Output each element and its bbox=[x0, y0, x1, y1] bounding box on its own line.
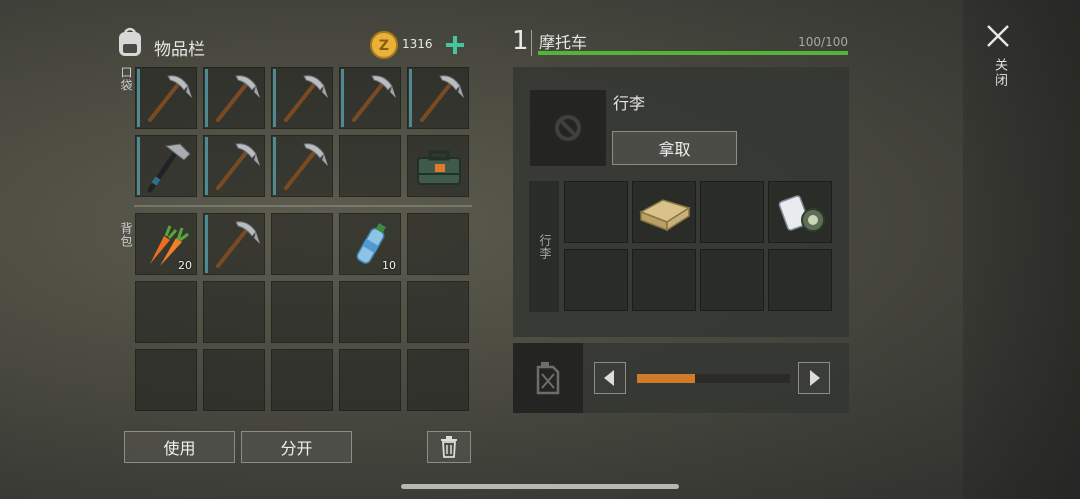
pocket-slot[interactable] bbox=[271, 135, 333, 197]
pickaxe-icon bbox=[284, 143, 328, 190]
backpack-icon bbox=[116, 26, 144, 58]
use-button[interactable]: 使用 bbox=[124, 431, 235, 463]
fuel-can-icon bbox=[536, 362, 560, 395]
cargo-slot[interactable] bbox=[632, 181, 696, 243]
pocket-slot[interactable] bbox=[407, 67, 469, 129]
pickaxe-icon bbox=[352, 75, 396, 122]
item-quantity: 10 bbox=[382, 259, 396, 272]
backpack-slot[interactable] bbox=[203, 213, 265, 275]
cargo-slot[interactable] bbox=[768, 249, 832, 311]
take-button[interactable]: 拿取 bbox=[612, 131, 737, 165]
fuel-track bbox=[637, 374, 790, 383]
storage-item-slot[interactable] bbox=[530, 90, 606, 166]
cargo-label: 行李 bbox=[538, 234, 552, 260]
vehicle-number: 1 bbox=[512, 26, 529, 56]
pocket-slot[interactable] bbox=[339, 135, 401, 197]
coin-count: 1316 bbox=[402, 37, 433, 51]
svg-text:Z: Z bbox=[379, 38, 389, 54]
pocket-label: 口袋 bbox=[119, 66, 133, 92]
pickaxe-icon bbox=[420, 75, 464, 122]
crate-icon bbox=[639, 199, 691, 232]
durability-bar bbox=[205, 69, 208, 127]
backpack-slot[interactable]: 10 bbox=[339, 213, 401, 275]
pocket-slot[interactable] bbox=[135, 135, 197, 197]
cargo-slot[interactable] bbox=[700, 249, 764, 311]
inventory-title: 物品栏 bbox=[154, 40, 205, 60]
fuel-decrease-button[interactable] bbox=[594, 362, 626, 394]
backpack-slot[interactable] bbox=[271, 349, 333, 411]
pickaxe-icon bbox=[216, 221, 260, 268]
backpack-slot[interactable] bbox=[135, 349, 197, 411]
durability-bar bbox=[205, 137, 208, 195]
arrow-right-icon bbox=[810, 370, 820, 386]
backpack-slot[interactable] bbox=[271, 213, 333, 275]
backpack-slot[interactable]: 20 bbox=[135, 213, 197, 275]
vehicle-health-track bbox=[538, 51, 848, 55]
trash-button[interactable] bbox=[427, 431, 471, 463]
cargo-slot[interactable] bbox=[564, 249, 628, 311]
backpack-slot[interactable] bbox=[203, 349, 265, 411]
pickaxe-icon bbox=[216, 75, 260, 122]
item-quantity: 20 bbox=[178, 259, 192, 272]
blocked-icon bbox=[555, 115, 581, 141]
pickaxe-icon bbox=[148, 75, 192, 122]
header-divider bbox=[531, 30, 532, 56]
backpack-slot[interactable] bbox=[407, 213, 469, 275]
cargo-slot[interactable] bbox=[700, 181, 764, 243]
backpack-slot[interactable] bbox=[203, 281, 265, 343]
vehicle-health-bar bbox=[538, 51, 848, 55]
map-roll-icon bbox=[778, 195, 825, 232]
plus-icon bbox=[446, 36, 464, 54]
cargo-slot[interactable] bbox=[564, 181, 628, 243]
pocket-slot[interactable] bbox=[407, 135, 469, 197]
cargo-slot[interactable] bbox=[632, 249, 696, 311]
backpack-slot[interactable] bbox=[407, 349, 469, 411]
pocket-slot[interactable] bbox=[203, 135, 265, 197]
storage-title: 行李 bbox=[613, 94, 646, 113]
close-label: 关闭 bbox=[992, 58, 1007, 88]
durability-bar bbox=[137, 137, 140, 195]
pocket-slot[interactable] bbox=[271, 67, 333, 129]
coin-icon: Z bbox=[370, 31, 398, 59]
pickaxe-icon bbox=[216, 143, 260, 190]
backpack-label: 背包 bbox=[119, 222, 133, 248]
backpack-slot[interactable] bbox=[135, 281, 197, 343]
split-button[interactable]: 分开 bbox=[241, 431, 352, 463]
fuel-level-bar bbox=[637, 374, 696, 383]
vehicle-name: 摩托车 bbox=[539, 33, 588, 52]
backpack-slot[interactable] bbox=[339, 349, 401, 411]
hatchet-icon bbox=[147, 143, 191, 193]
backpack-slot[interactable] bbox=[271, 281, 333, 343]
durability-bar bbox=[341, 69, 344, 127]
durability-bar bbox=[273, 69, 276, 127]
arrow-left-icon bbox=[604, 370, 614, 386]
section-divider bbox=[134, 205, 472, 207]
add-coins-button[interactable] bbox=[444, 34, 466, 56]
pocket-slot[interactable] bbox=[135, 67, 197, 129]
close-button[interactable]: 关闭 bbox=[982, 22, 1014, 102]
pickaxe-icon bbox=[284, 75, 328, 122]
pocket-slot[interactable] bbox=[339, 67, 401, 129]
right-shade bbox=[963, 0, 1080, 499]
backpack-slot[interactable] bbox=[407, 281, 469, 343]
durability-bar bbox=[205, 215, 208, 273]
backpack-slot[interactable] bbox=[339, 281, 401, 343]
trash-icon bbox=[441, 436, 457, 458]
pocket-slot[interactable] bbox=[203, 67, 265, 129]
vehicle-health-text: 100/100 bbox=[798, 35, 848, 49]
close-icon bbox=[987, 25, 1009, 47]
fuel-slot[interactable] bbox=[513, 343, 583, 413]
durability-bar bbox=[273, 137, 276, 195]
toolbox-icon bbox=[417, 150, 461, 185]
durability-bar bbox=[137, 69, 140, 127]
cargo-slot[interactable] bbox=[768, 181, 832, 243]
fuel-increase-button[interactable] bbox=[798, 362, 830, 394]
home-indicator bbox=[401, 484, 679, 489]
durability-bar bbox=[409, 69, 412, 127]
